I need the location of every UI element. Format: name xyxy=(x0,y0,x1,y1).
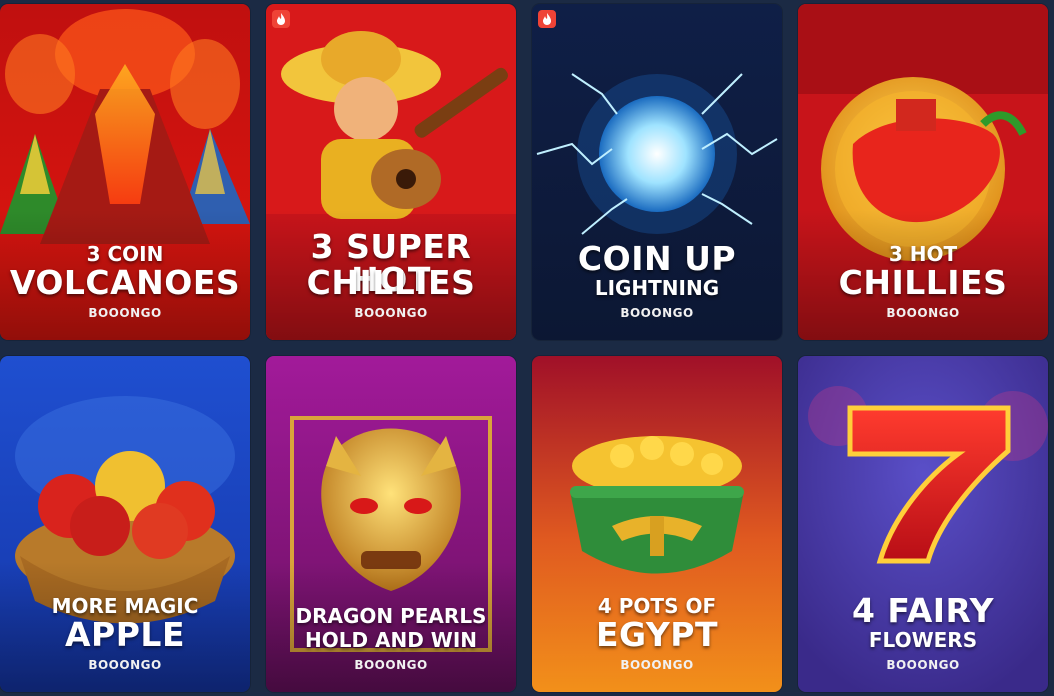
game-card-dragon-pearls[interactable]: DRAGON PEARLS HOLD AND WIN BOOONGO xyxy=(266,356,516,692)
game-title-line1: DRAGON PEARLS xyxy=(295,604,487,628)
game-provider: BOOONGO xyxy=(354,658,428,672)
game-card-more-magic-apple[interactable]: MORE MAGIC APPLE BOOONGO xyxy=(0,356,250,692)
game-card-4-fairy-flowers[interactable]: 4 FAIRY FLOWERS BOOONGO xyxy=(798,356,1048,692)
game-title-line2: EGYPT xyxy=(596,615,718,654)
game-provider: BOOONGO xyxy=(886,306,960,320)
flame-icon xyxy=(272,10,290,28)
game-provider: BOOONGO xyxy=(88,306,162,320)
game-title-line2: VOLCANOES xyxy=(9,263,241,302)
game-card-4-pots-of-egypt[interactable]: 4 POTS OF EGYPT BOOONGO xyxy=(532,356,782,692)
game-provider: BOOONGO xyxy=(88,658,162,672)
games-grid: 3 COIN VOLCANOES BOOONGO 3 SUPER HOT CHI… xyxy=(0,0,1054,696)
game-provider: BOOONGO xyxy=(620,306,694,320)
game-title-line2: CHILLIES xyxy=(838,263,1008,302)
game-title-line1: 3 HOT xyxy=(888,242,958,266)
game-title-line1: 4 FAIRY xyxy=(851,591,995,630)
game-title-line1: MORE MAGIC xyxy=(51,594,199,618)
game-title-line1: COIN UP xyxy=(577,239,737,278)
game-provider: BOOONGO xyxy=(886,658,960,672)
game-card-3-super-hot-chillies[interactable]: 3 SUPER HOT CHILLIES BOOONGO xyxy=(266,4,516,340)
game-title-line1: 4 POTS OF xyxy=(597,594,717,618)
game-card-coin-up-lightning[interactable]: COIN UP LIGHTNING BOOONGO xyxy=(532,4,782,340)
game-card-3-coin-volcanoes[interactable]: 3 COIN VOLCANOES BOOONGO xyxy=(0,4,250,340)
game-title-line2: FLOWERS xyxy=(868,628,978,652)
game-provider: BOOONGO xyxy=(620,658,694,672)
game-title-line1: 3 COIN xyxy=(86,242,164,266)
game-title-line2: LIGHTNING xyxy=(594,276,720,300)
game-provider: BOOONGO xyxy=(354,306,428,320)
game-title-line2: CHILLIES xyxy=(306,263,476,302)
game-title-line2: APPLE xyxy=(65,615,185,654)
game-card-3-hot-chillies[interactable]: 3 HOT CHILLIES BOOONGO xyxy=(798,4,1048,340)
game-title-line2: HOLD AND WIN xyxy=(304,628,478,652)
flame-icon xyxy=(538,10,556,28)
